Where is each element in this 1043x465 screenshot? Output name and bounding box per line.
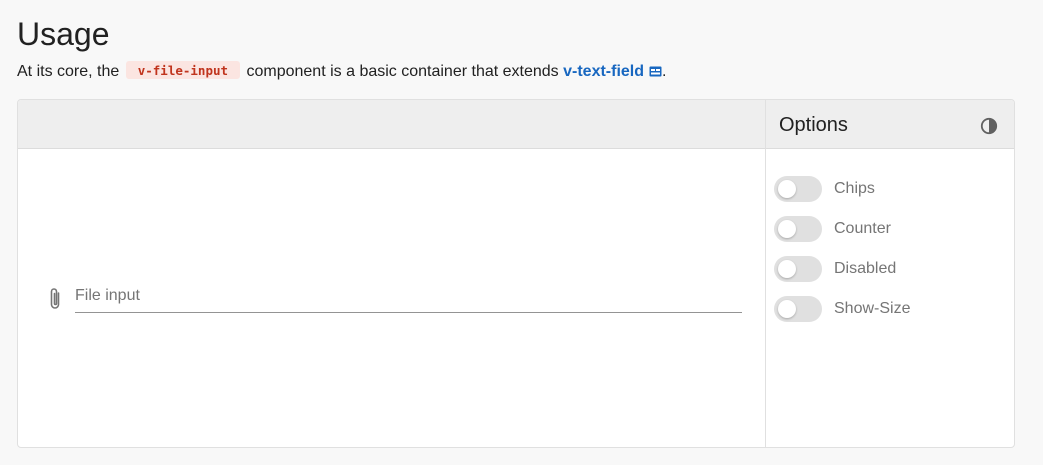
counter-switch[interactable]: Counter bbox=[774, 215, 994, 243]
intro-middle: component is a basic container that exte… bbox=[246, 63, 559, 80]
contrast-icon[interactable] bbox=[979, 116, 999, 136]
v-text-field-link[interactable]: v-text-field bbox=[563, 63, 662, 80]
switch-track bbox=[774, 216, 822, 242]
file-input-underline bbox=[75, 312, 742, 313]
switch-track bbox=[774, 296, 822, 322]
intro-before: At its core, the bbox=[17, 63, 120, 80]
link-label: v-text-field bbox=[563, 63, 645, 80]
counter-label: Counter bbox=[834, 220, 891, 237]
switch-thumb bbox=[778, 300, 796, 318]
switch-track bbox=[774, 176, 822, 202]
intro-text: At its core, the v-file-input component … bbox=[17, 61, 666, 82]
disabled-switch[interactable]: Disabled bbox=[774, 255, 994, 283]
switch-thumb bbox=[778, 260, 796, 278]
chips-label: Chips bbox=[834, 180, 875, 197]
options-title: Options bbox=[779, 114, 848, 136]
options-divider bbox=[765, 100, 766, 447]
file-input[interactable]: File input bbox=[46, 283, 742, 315]
intro-end: . bbox=[662, 63, 667, 80]
component-code: v-file-input bbox=[125, 61, 241, 79]
chips-switch[interactable]: Chips bbox=[774, 175, 994, 203]
switch-thumb bbox=[778, 220, 796, 238]
show-size-switch[interactable]: Show-Size bbox=[774, 295, 994, 323]
show-size-label: Show-Size bbox=[834, 300, 911, 317]
playground-toolbar bbox=[18, 100, 1014, 149]
switch-track bbox=[774, 256, 822, 282]
paperclip-icon[interactable] bbox=[46, 286, 64, 312]
disabled-label: Disabled bbox=[834, 260, 897, 277]
api-page-icon bbox=[649, 66, 662, 77]
file-input-label: File input bbox=[75, 287, 140, 304]
usage-playground: Options File input Chips Counter Disable… bbox=[17, 99, 1015, 448]
switch-thumb bbox=[778, 180, 796, 198]
page-title: Usage bbox=[17, 16, 110, 52]
